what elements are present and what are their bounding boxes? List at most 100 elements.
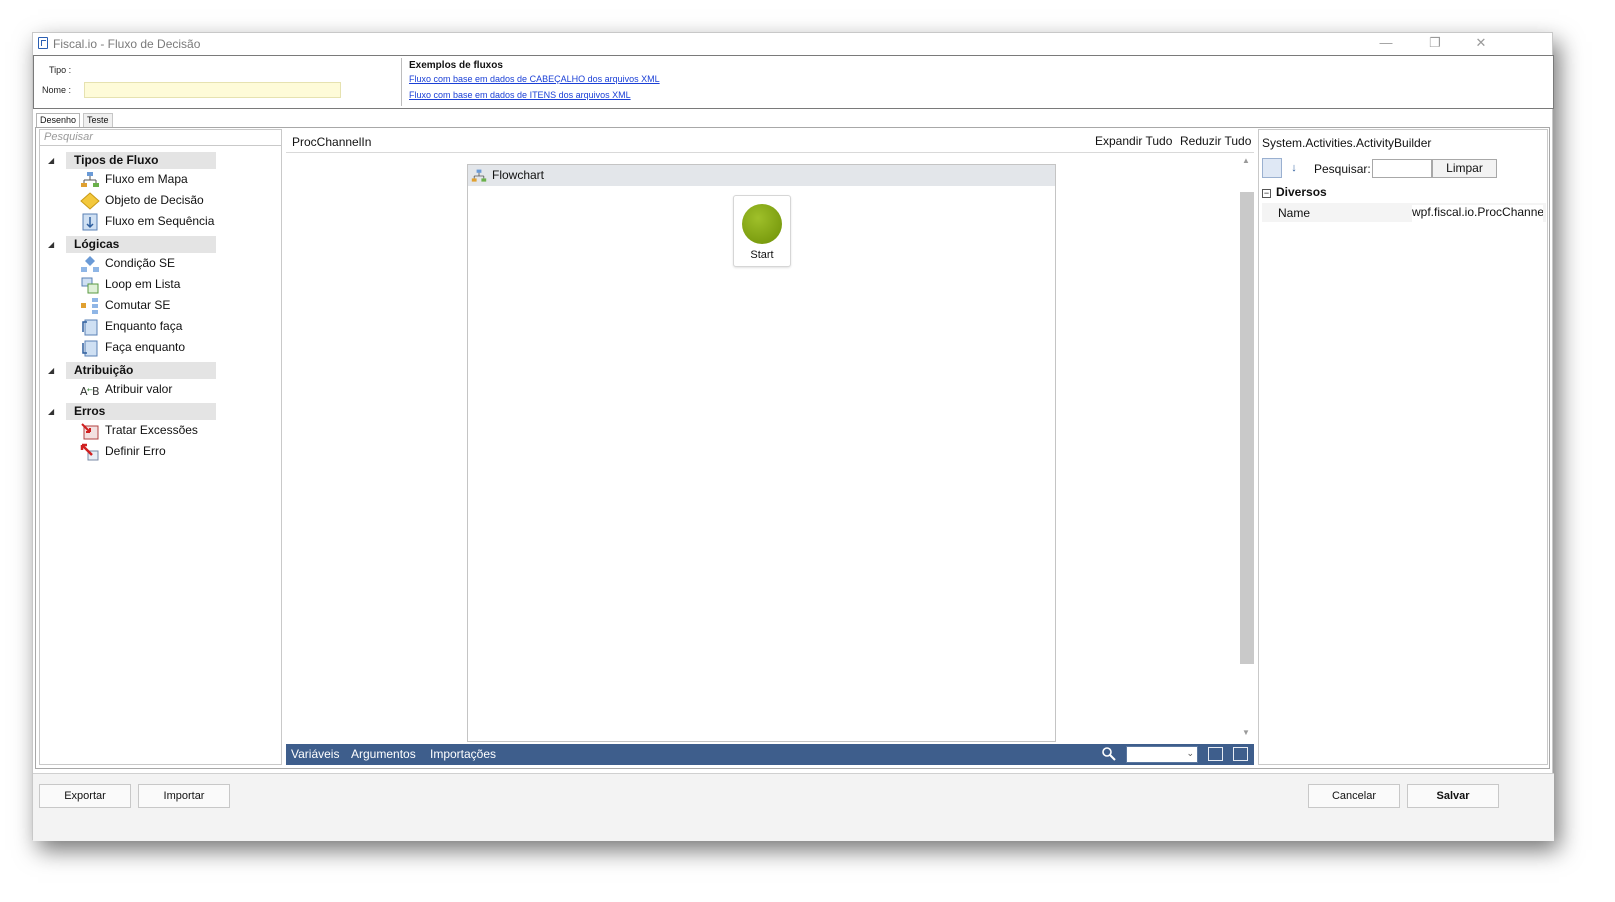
scroll-up-icon[interactable]: ▲ (1239, 156, 1253, 168)
properties-search-input[interactable] (1372, 159, 1432, 178)
toolbox-item-definir-erro[interactable]: Definir Erro (80, 442, 280, 462)
overview-map-icon[interactable] (1233, 747, 1248, 761)
import-button[interactable]: Importar (138, 784, 230, 808)
toolbox-item-tratar-excessoes[interactable]: Tratar Excessões (80, 421, 280, 441)
properties-type-title: System.Activities.ActivityBuilder (1262, 136, 1432, 150)
if-icon (81, 256, 99, 272)
collapse-triangle-icon[interactable]: ◢ (48, 156, 54, 165)
switch-icon (81, 298, 98, 314)
app-window: Fiscal.io - Fluxo de Decisão — ❐ ✕ Tipo … (32, 32, 1554, 841)
category-tipos-de-fluxo[interactable]: ◢ Tipos de Fluxo (48, 152, 216, 169)
properties-panel: System.Activities.ActivityBuilder ↓ Pesq… (1258, 129, 1548, 765)
toolbox-item-fluxo-em-mapa[interactable]: Fluxo em Mapa (80, 170, 280, 190)
toolbox-item-loop-em-lista[interactable]: Loop em Lista (80, 275, 280, 295)
flowchart-container[interactable]: Flowchart Start (467, 164, 1056, 742)
flowchart-header[interactable]: Flowchart (468, 165, 1055, 186)
expand-all-button[interactable]: Expandir Tudo (1095, 134, 1172, 148)
category-label: Lógicas (66, 236, 216, 253)
property-category[interactable]: − Diversos (1262, 185, 1327, 199)
item-label: Fluxo em Sequência (105, 214, 215, 228)
collapse-triangle-icon[interactable]: ◢ (48, 366, 54, 375)
property-row: Name wpf.fiscal.io.ProcChannelIn (1262, 203, 1546, 222)
chevron-down-icon: ⌄ (1186, 748, 1194, 758)
foreach-icon (81, 277, 99, 294)
item-label: Objeto de Decisão (105, 193, 204, 207)
item-label: Faça enquanto (105, 340, 186, 354)
tab-desenho[interactable]: Desenho (36, 113, 81, 127)
toolbox-panel: Pesquisar ◢ Tipos de Fluxo Fluxo em Mapa… (39, 129, 282, 765)
item-label: Condição SE (105, 256, 176, 270)
flowchart-title: Flowchart (492, 168, 545, 182)
category-logicas[interactable]: ◢ Lógicas (48, 236, 216, 253)
close-button[interactable]: ✕ (1466, 34, 1496, 54)
nome-label: Nome : (42, 85, 72, 95)
zoom-select[interactable]: ⌄ (1126, 746, 1198, 763)
categorized-view-icon[interactable] (1262, 158, 1282, 178)
category-label: Atribuição (66, 362, 216, 379)
app-logo-icon (38, 37, 48, 49)
item-label: Fluxo em Mapa (105, 172, 188, 186)
save-button[interactable]: Salvar (1407, 784, 1499, 808)
collapse-triangle-icon[interactable]: ◢ (48, 407, 54, 416)
examples-title: Exemplos de fluxos (409, 60, 503, 71)
category-erros[interactable]: ◢ Erros (48, 403, 216, 420)
collapse-all-button[interactable]: Reduzir Tudo (1180, 134, 1251, 148)
breadcrumb[interactable]: ProcChannelIn (292, 135, 371, 149)
decision-icon (80, 192, 100, 210)
item-label: Comutar SE (105, 298, 171, 312)
category-label: Tipos de Fluxo (66, 152, 216, 169)
minimize-button[interactable]: — (1371, 34, 1401, 54)
designer-canvas: ProcChannelIn Expandir Tudo Reduzir Tudo… (286, 129, 1254, 765)
item-label: Enquanto faça (105, 319, 183, 333)
cancel-button[interactable]: Cancelar (1308, 784, 1400, 808)
trycatch-icon (81, 423, 99, 440)
toolbox-item-faca-enquanto[interactable]: Faça enquanto (80, 338, 280, 358)
toolbox-item-comutar-se[interactable]: Comutar SE (80, 296, 280, 316)
tab-importacoes[interactable]: Importações (430, 747, 496, 761)
tab-argumentos[interactable]: Argumentos (351, 747, 416, 761)
sort-alpha-icon[interactable]: ↓ (1284, 158, 1304, 178)
tab-teste[interactable]: Teste (83, 113, 113, 127)
fit-to-screen-icon[interactable] (1208, 747, 1223, 761)
property-name: Name (1278, 206, 1311, 220)
header-panel: Tipo : Nome : Exemplos de fluxos Fluxo c… (33, 55, 1554, 109)
start-label: Start (750, 249, 774, 261)
properties-search-label: Pesquisar: (1314, 162, 1371, 176)
svg-text:B: B (92, 385, 100, 398)
clear-button[interactable]: Limpar (1432, 159, 1497, 178)
tab-variaveis[interactable]: Variáveis (291, 747, 339, 761)
restore-button[interactable]: ❐ (1420, 34, 1450, 54)
toolbox-item-objeto-de-decisao[interactable]: Objeto de Decisão (80, 191, 280, 211)
zoom-search-icon[interactable] (1101, 746, 1117, 762)
vertical-scrollbar[interactable]: ▲ ▼ (1239, 156, 1254, 742)
tipo-label: Tipo : (49, 65, 72, 75)
toolbox-item-atribuir-valor[interactable]: A ← B Atribuir valor (80, 380, 280, 400)
breadcrumb-bar: ProcChannelIn Expandir Tudo Reduzir Tudo (286, 129, 1254, 153)
example-link-items[interactable]: Fluxo com base em dados de ITENS dos arq… (409, 90, 631, 100)
workflow-designer: Pesquisar ◢ Tipos de Fluxo Fluxo em Mapa… (35, 127, 1550, 769)
sequence-icon (82, 213, 98, 231)
item-label: Tratar Excessões (105, 423, 198, 437)
category-label: Erros (66, 403, 216, 420)
property-category-label: Diversos (1276, 185, 1327, 199)
nome-field[interactable] (84, 82, 341, 98)
toolbox-item-enquanto-faca[interactable]: Enquanto faça (80, 317, 280, 337)
scroll-thumb[interactable] (1240, 192, 1254, 664)
toolbox-item-fluxo-em-sequencia[interactable]: Fluxo em Sequência (80, 212, 280, 232)
category-atribuicao[interactable]: ◢ Atribuição (48, 362, 216, 379)
export-button[interactable]: Exportar (39, 784, 131, 808)
collapse-box-icon[interactable]: − (1262, 189, 1271, 198)
example-link-header[interactable]: Fluxo com base em dados de CABEÇALHO dos… (409, 74, 660, 84)
toolbox-item-condicao-se[interactable]: Condição SE (80, 254, 280, 274)
scroll-down-icon[interactable]: ▼ (1239, 728, 1253, 740)
title-bar: Fiscal.io - Fluxo de Decisão — ❐ ✕ (33, 33, 1552, 55)
item-label: Atribuir valor (105, 382, 173, 396)
dowhile-icon (82, 340, 98, 357)
toolbox-search-input[interactable]: Pesquisar (40, 130, 281, 146)
window-title: Fiscal.io - Fluxo de Decisão (53, 37, 201, 51)
start-node[interactable]: Start (733, 195, 791, 267)
property-value-input[interactable]: wpf.fiscal.io.ProcChannelIn (1412, 205, 1543, 222)
properties-toolbar: ↓ Pesquisar: Limpar (1262, 158, 1546, 180)
flowchart-icon (471, 169, 487, 182)
collapse-triangle-icon[interactable]: ◢ (48, 240, 54, 249)
